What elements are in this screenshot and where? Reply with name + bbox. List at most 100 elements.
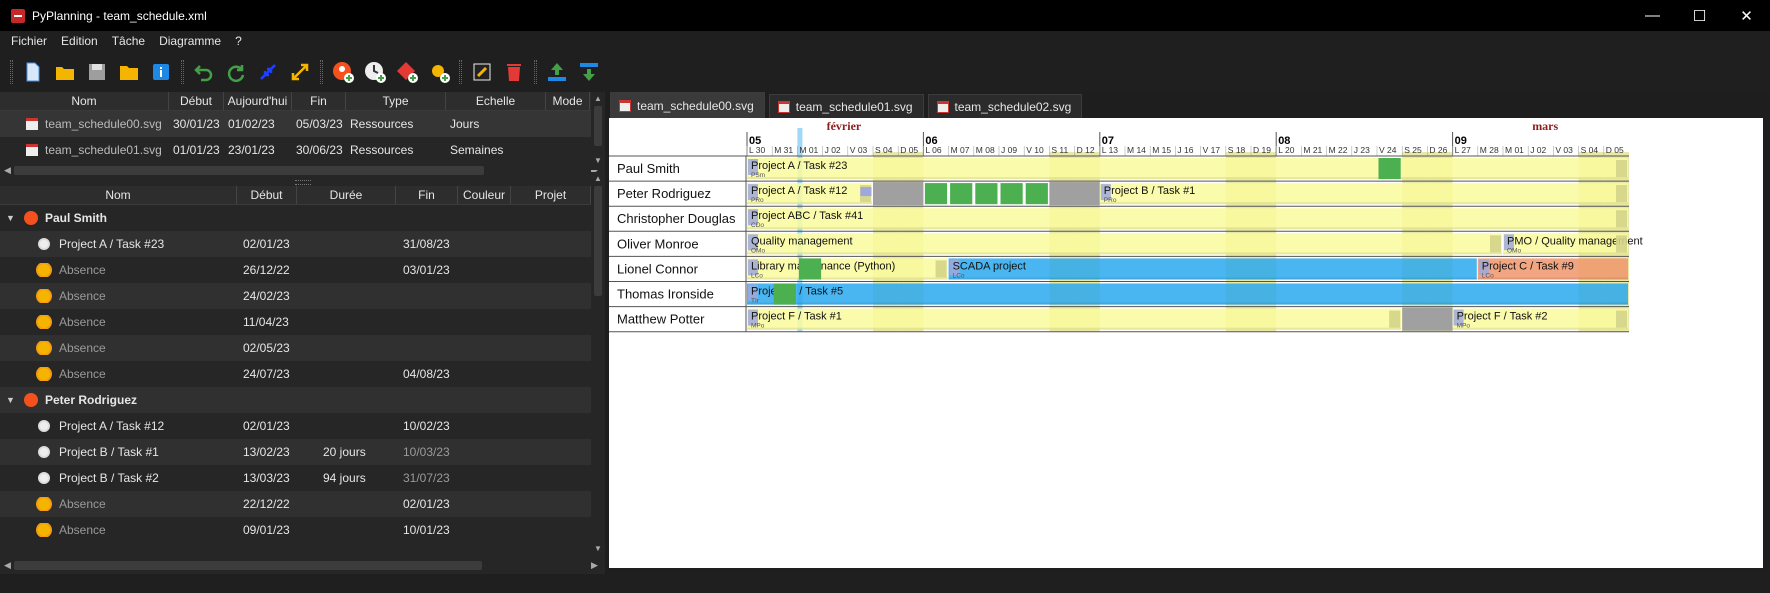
scroll-thumb[interactable] (14, 165, 484, 175)
save-icon[interactable] (81, 57, 113, 87)
task-row[interactable]: Project A / Task #12 02/01/23 10/02/23 (0, 413, 605, 439)
scroll-up-icon[interactable]: ▲ (594, 94, 602, 103)
col-projet[interactable]: Projet (511, 186, 591, 204)
tasks-hscrollbar[interactable]: ◀ ▶ (0, 558, 605, 572)
scroll-down-icon[interactable]: ▼ (594, 156, 602, 165)
task-row[interactable]: Project B / Task #1 13/02/23 20 jours 10/03… (0, 439, 605, 465)
day-label: M 07 (951, 145, 970, 155)
col-fin[interactable]: Fin (396, 186, 458, 204)
scroll-up-icon[interactable]: ▲ (594, 174, 602, 183)
day-label: V 03 (1555, 145, 1573, 155)
edit-icon[interactable] (466, 57, 498, 87)
add-resource-icon[interactable] (327, 57, 359, 87)
tab-team-schedule02[interactable]: team_schedule02.svg (927, 94, 1083, 118)
absence-row[interactable]: Absence 11/04/23 (0, 309, 605, 335)
day-label: S 04 (875, 145, 893, 155)
menu-help[interactable]: ? (228, 34, 249, 48)
add-absence-icon[interactable] (423, 57, 455, 87)
day-label: J 09 (1001, 145, 1017, 155)
bar-label: Project D / Task #5 (751, 286, 843, 298)
day-label: D 05 (1606, 145, 1624, 155)
col-nom[interactable]: Nom (0, 92, 169, 110)
scroll-thumb[interactable] (14, 560, 482, 570)
menu-fichier[interactable]: Fichier (4, 34, 54, 48)
day-label: D 12 (1077, 145, 1095, 155)
menu-tache[interactable]: Tâche (105, 34, 152, 48)
resource-label: Christopher Douglas (617, 211, 736, 226)
absence-row[interactable]: Absence 09/01/23 10/01/23 (0, 517, 605, 543)
folder-icon[interactable] (113, 57, 145, 87)
absence-row[interactable]: Absence 24/02/23 (0, 283, 605, 309)
tasks-table-header: Nom Début Durée Fin Couleur Projet (0, 186, 605, 205)
day-label: J 02 (825, 145, 841, 155)
col-debut[interactable]: Début (237, 186, 297, 204)
panel-splitter[interactable] (0, 177, 605, 186)
add-milestone-icon[interactable] (391, 57, 423, 87)
add-task-icon[interactable] (359, 57, 391, 87)
absence-row[interactable]: Absence 22/12/22 02/01/23 (0, 491, 605, 517)
task-bar (747, 158, 1628, 180)
resource-row[interactable]: ▼ Peter Rodriguez (0, 387, 605, 413)
new-file-icon[interactable] (17, 57, 49, 87)
resource-label: Lionel Connor (617, 261, 699, 276)
scroll-thumb[interactable] (594, 186, 602, 296)
charts-hscrollbar[interactable]: ◀ ▶ (0, 163, 605, 177)
task-row[interactable]: Project A / Task #23 02/01/23 31/08/23 (0, 231, 605, 257)
expand-icon[interactable] (284, 57, 316, 87)
gantt-chart[interactable]: février mars 05 06 07 08 09 L 30 M 31 M 01 J 02 V 0… (609, 118, 1763, 568)
close-button[interactable]: ✕ (1723, 0, 1770, 31)
collapse-icon[interactable] (252, 57, 284, 87)
resource-row[interactable]: ▼ Paul Smith (0, 205, 605, 231)
col-fin[interactable]: Fin (292, 92, 346, 110)
tasks-vscrollbar[interactable]: ▲ ▼ (591, 172, 605, 558)
maximize-button[interactable]: ☐ (1676, 0, 1723, 31)
col-debut[interactable]: Début (169, 92, 224, 110)
scroll-left-icon[interactable]: ◀ (4, 560, 11, 571)
sun-icon (38, 316, 50, 328)
bar-shadow (1477, 277, 1628, 280)
col-aujourdhui[interactable]: Aujourd'hui (224, 92, 292, 110)
col-couleur[interactable]: Couleur (458, 186, 511, 204)
undo-icon[interactable] (188, 57, 220, 87)
chart-row[interactable]: team_schedule00.svg 30/01/23 01/02/23 05… (0, 111, 605, 137)
menu-diagramme[interactable]: Diagramme (152, 34, 228, 48)
task-row[interactable]: Project B / Task #2 13/03/23 94 jours 31/07… (0, 465, 605, 491)
col-duree[interactable]: Durée (297, 186, 396, 204)
charts-table-header: Nom Début Aujourd'hui Fin Type Echelle M… (0, 92, 605, 111)
minimize-button[interactable]: — (1629, 0, 1676, 31)
chart-row[interactable]: team_schedule01.svg 01/01/23 23/01/23 30… (0, 137, 605, 163)
clock-icon (38, 238, 50, 250)
move-down-icon[interactable] (573, 57, 605, 87)
sun-icon (38, 342, 50, 354)
bar-label: Project F / Task #2 (1457, 311, 1548, 323)
absence-row[interactable]: Absence 24/07/23 04/08/23 (0, 361, 605, 387)
toolbar-separator (320, 59, 323, 84)
col-nom[interactable]: Nom (0, 186, 237, 204)
col-mode[interactable]: Mode (546, 92, 590, 110)
move-up-icon[interactable] (541, 57, 573, 87)
task-bar (924, 183, 948, 205)
day-label: D 26 (1429, 145, 1447, 155)
scroll-thumb[interactable] (594, 106, 602, 146)
task-bar (950, 183, 973, 205)
absence-row[interactable]: Absence 02/05/23 (0, 335, 605, 361)
absence-row[interactable]: Absence 26/12/22 03/01/23 (0, 257, 605, 283)
info-icon[interactable] (145, 57, 177, 87)
menu-edition[interactable]: Edition (54, 34, 105, 48)
tab-team-schedule01[interactable]: team_schedule01.svg (768, 94, 924, 118)
charts-vscrollbar[interactable]: ▲ ▼ (591, 92, 605, 170)
bar-label: Library maintenance (Python) (751, 260, 895, 272)
scroll-right-icon[interactable]: ▶ (591, 560, 598, 571)
open-folder-icon[interactable] (49, 57, 81, 87)
col-type[interactable]: Type (346, 92, 446, 110)
redo-icon[interactable] (220, 57, 252, 87)
tab-team-schedule00[interactable]: team_schedule00.svg (610, 92, 765, 118)
month-label: mars (1532, 119, 1558, 133)
col-echelle[interactable]: Echelle (446, 92, 546, 110)
window-title: PyPlanning - team_schedule.xml (32, 8, 207, 23)
expand-arrow-icon[interactable]: ▼ (6, 395, 18, 405)
expand-arrow-icon[interactable]: ▼ (6, 213, 18, 223)
scroll-left-icon[interactable]: ◀ (4, 165, 11, 176)
scroll-down-icon[interactable]: ▼ (594, 544, 602, 553)
delete-icon[interactable] (498, 57, 530, 87)
